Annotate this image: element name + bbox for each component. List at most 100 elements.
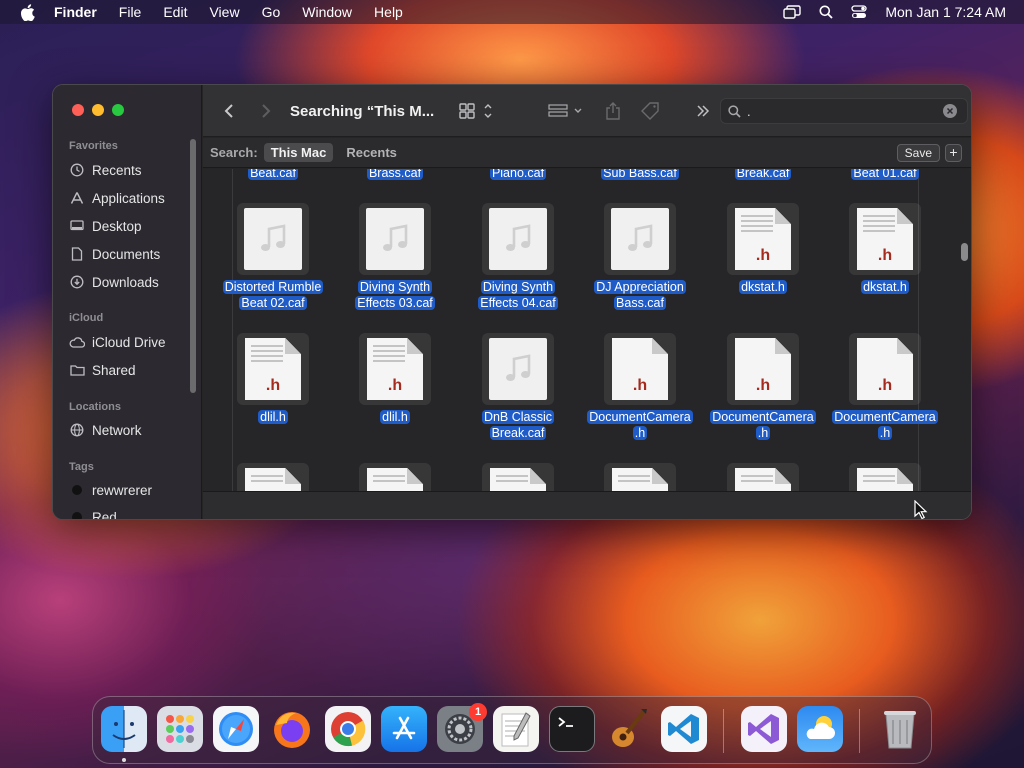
dock-terminal-icon[interactable] xyxy=(549,706,595,752)
header-file-icon xyxy=(857,468,913,493)
dock-visual-studio-icon[interactable] xyxy=(741,706,787,752)
scope-this-mac[interactable]: This Mac xyxy=(263,143,334,162)
dock-chrome-icon[interactable] xyxy=(325,706,371,752)
dock-safari-icon[interactable] xyxy=(213,706,259,752)
sidebar-item-icloud-drive[interactable]: iCloud Drive xyxy=(69,331,194,353)
network-globe-icon xyxy=(69,422,85,438)
tags-button[interactable] xyxy=(641,85,661,137)
control-center-icon[interactable] xyxy=(851,5,868,19)
dock-garageband-icon[interactable] xyxy=(605,706,651,752)
downloads-icon xyxy=(69,274,85,290)
dock: 1 xyxy=(92,696,932,764)
dock-firefox-icon[interactable] xyxy=(269,706,315,752)
finder-window: Favorites Recents Applications Desktop D… xyxy=(52,84,972,520)
content-scrollbar[interactable] xyxy=(961,243,968,261)
search-input[interactable]: . xyxy=(747,104,943,119)
menu-go[interactable]: Go xyxy=(262,4,281,20)
music-note-icon xyxy=(611,208,669,270)
search-scope-label: Search: xyxy=(210,145,258,160)
sidebar-item-applications[interactable]: Applications xyxy=(69,187,194,209)
dock-separator xyxy=(859,709,860,753)
tag-color-dot-icon xyxy=(69,509,85,519)
sidebar-item-recents[interactable]: Recents xyxy=(69,159,194,181)
window-controls xyxy=(72,104,132,116)
sidebar-item-label: rewwrerer xyxy=(92,482,153,498)
menu-bar-clock[interactable]: Mon Jan 1 7:24 AM xyxy=(885,4,1006,20)
scope-recents[interactable]: Recents xyxy=(339,143,404,162)
sidebar-item-shared[interactable]: Shared xyxy=(69,359,194,381)
header-file-icon xyxy=(367,468,423,493)
view-mode-button[interactable] xyxy=(459,85,493,137)
dock-vscode-icon[interactable] xyxy=(661,706,707,752)
group-grid-icon xyxy=(548,104,582,117)
header-file-icon: .h xyxy=(735,208,791,270)
more-toolbar-items-button[interactable] xyxy=(696,85,710,137)
file-name-line2: Bass.caf xyxy=(614,296,666,310)
document-icon xyxy=(69,246,85,262)
sidebar-item-downloads[interactable]: Downloads xyxy=(69,271,194,293)
file-extension: .h xyxy=(755,247,771,264)
file-thumbnail xyxy=(237,463,309,493)
menu-edit[interactable]: Edit xyxy=(163,4,187,20)
dock-trash-icon[interactable] xyxy=(877,706,923,752)
minimize-window-button[interactable] xyxy=(92,104,104,116)
spotlight-search-icon[interactable] xyxy=(819,5,833,19)
dock-weather-icon[interactable] xyxy=(797,706,843,752)
sidebar-item-network[interactable]: Network xyxy=(69,419,194,441)
menu-window[interactable]: Window xyxy=(302,4,352,20)
dock-finder-icon[interactable] xyxy=(101,706,147,752)
apple-menu-icon[interactable] xyxy=(16,1,38,23)
menu-view[interactable]: View xyxy=(209,4,239,20)
file-name-line2: Effects 04.caf xyxy=(478,296,558,310)
sidebar-item-tag-red[interactable]: Red xyxy=(69,506,194,519)
file-name: Piano.caf xyxy=(489,169,547,180)
file-thumbnail xyxy=(849,463,921,493)
back-button[interactable] xyxy=(223,85,235,137)
file-thumbnail: .h xyxy=(237,333,309,405)
zoom-window-button[interactable] xyxy=(112,104,124,116)
file-name-line2: .h xyxy=(632,426,648,440)
file-thumbnail xyxy=(482,203,554,275)
file-grid[interactable]: Beat.caf Brass.caf Piano.caf Sub Bass.ca… xyxy=(203,169,971,493)
dock-launchpad-icon[interactable] xyxy=(157,706,203,752)
sidebar-scrollbar[interactable] xyxy=(190,139,196,393)
sidebar-item-desktop[interactable]: Desktop xyxy=(69,215,194,237)
menu-bar: Finder File Edit View Go Window Help Mon… xyxy=(0,0,1024,24)
mouse-pointer-icon xyxy=(914,499,928,525)
menu-help[interactable]: Help xyxy=(374,4,403,20)
file-name: DJ Appreciation xyxy=(594,280,686,294)
close-window-button[interactable] xyxy=(72,104,84,116)
file-thumbnail xyxy=(482,333,554,405)
sidebar-item-documents[interactable]: Documents xyxy=(69,243,194,265)
dock-app-store-icon[interactable] xyxy=(381,706,427,752)
add-criteria-button[interactable]: + xyxy=(945,144,962,162)
file-extension: .h xyxy=(632,377,648,394)
header-file-icon: .h xyxy=(367,338,423,400)
file-thumbnail xyxy=(482,463,554,493)
forward-button[interactable] xyxy=(260,85,272,137)
file-name: Brass.caf xyxy=(366,169,424,180)
double-chevron-right-icon xyxy=(697,105,710,117)
file-thumbnail xyxy=(727,463,799,493)
clear-search-button[interactable] xyxy=(943,104,957,118)
file-extension: .h xyxy=(877,247,893,264)
header-file-icon xyxy=(735,468,791,493)
menu-file[interactable]: File xyxy=(119,4,142,20)
sidebar-item-label: Desktop xyxy=(92,218,142,234)
share-button[interactable] xyxy=(605,85,621,137)
file-name-line2: Beat 02.caf xyxy=(239,296,307,310)
file-name-line2: Break.caf xyxy=(489,426,547,440)
file-name: Diving Synth xyxy=(480,280,556,294)
sidebar-item-tag-rewwrerer[interactable]: rewwrerer xyxy=(69,479,194,501)
file-name: DocumentCamera xyxy=(710,410,816,424)
group-by-button[interactable] xyxy=(548,85,584,137)
search-field[interactable]: . xyxy=(720,98,968,124)
screen-mirroring-icon[interactable] xyxy=(783,5,802,19)
music-note-icon xyxy=(489,338,547,400)
file-extension: .h xyxy=(877,377,893,394)
dock-textedit-icon[interactable] xyxy=(493,706,539,752)
menu-finder[interactable]: Finder xyxy=(54,4,97,20)
save-search-button[interactable]: Save xyxy=(896,144,940,162)
file-name: dkstat.h xyxy=(861,280,909,294)
header-file-icon xyxy=(612,468,668,493)
